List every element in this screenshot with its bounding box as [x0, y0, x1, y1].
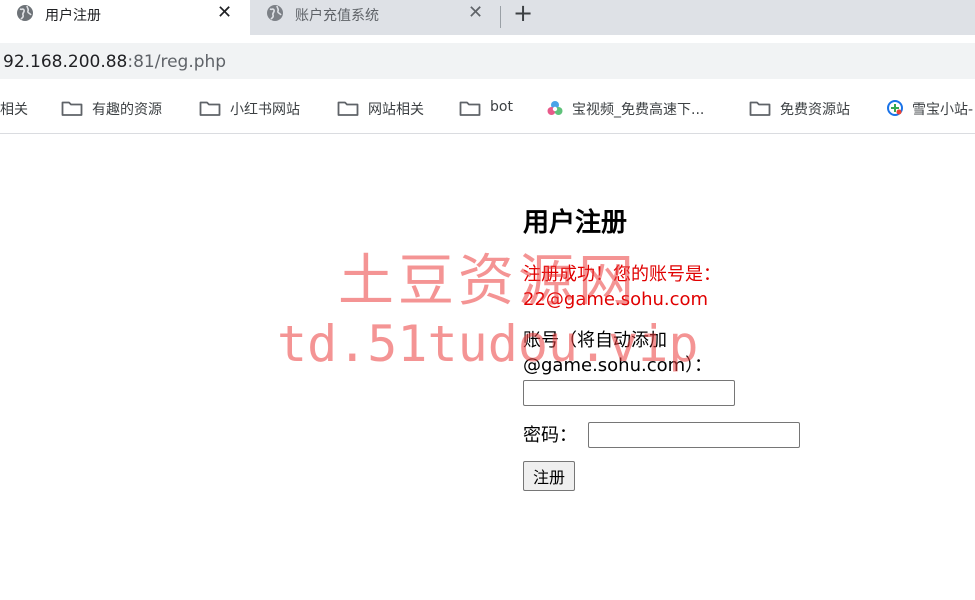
url-host: 92.168.200.88	[3, 52, 128, 72]
tab-user-register[interactable]: 用户注册 ✕	[0, 0, 250, 35]
page-title: 用户注册	[523, 208, 628, 238]
bookmark-label: 相关	[0, 102, 28, 118]
register-button[interactable]: 注册	[523, 461, 575, 491]
page-content: 用户注册 注册成功！您的账号是：22@game.sohu.com 账号（将自动添…	[0, 134, 975, 600]
bookmark-label: 小红书网站	[230, 102, 300, 118]
password-input[interactable]	[588, 422, 800, 448]
folder-icon	[199, 99, 221, 117]
url-text: 92.168.200.88:81/reg.php	[3, 52, 226, 72]
tab-account-recharge[interactable]: 账户充值系统 ✕	[250, 0, 500, 35]
success-message: 注册成功！您的账号是：22@game.sohu.com	[523, 264, 721, 310]
tab-strip: 用户注册 ✕ 账户充值系统 ✕ +	[0, 0, 975, 35]
url-port: :81	[127, 52, 155, 72]
snow-site-icon	[886, 99, 908, 117]
tab-separator	[500, 6, 501, 28]
globe-icon	[266, 4, 284, 22]
account-label: 账号（将自动添加@game.sohu.com）：	[523, 330, 713, 376]
bookmark-label: 雪宝小站-	[912, 102, 974, 118]
url-path: /reg.php	[154, 52, 227, 72]
close-tab-icon[interactable]: ✕	[217, 2, 232, 24]
folder-icon	[749, 99, 771, 117]
bookmarks-bar: 相关 有趣的资源 小红书网站 网站相关 bot 宝视频_免费高速下... 免费资…	[0, 81, 975, 134]
close-tab-icon[interactable]: ✕	[468, 2, 483, 24]
folder-icon	[459, 99, 481, 117]
bookmark-label: 有趣的资源	[92, 102, 162, 118]
bookmark-label: bot	[490, 99, 513, 115]
address-bar: 92.168.200.88:81/reg.php	[0, 35, 975, 81]
tab-title: 账户充值系统	[295, 8, 379, 24]
bookmark-label: 宝视频_免费高速下...	[572, 102, 705, 118]
account-input[interactable]	[523, 380, 735, 406]
globe-icon	[16, 4, 34, 22]
folder-icon	[61, 99, 83, 117]
password-label: 密码：	[523, 425, 577, 446]
tab-title: 用户注册	[45, 8, 101, 24]
folder-icon	[337, 99, 359, 117]
bookmark-label: 网站相关	[368, 102, 424, 118]
browser-window: 用户注册 ✕ 账户充值系统 ✕ + 92.168.200.88:81/reg.p…	[0, 0, 975, 600]
bookmark-label: 免费资源站	[780, 102, 850, 118]
url-field[interactable]: 92.168.200.88:81/reg.php	[0, 43, 975, 79]
new-tab-button[interactable]: +	[513, 0, 533, 26]
video-site-icon	[546, 99, 568, 117]
